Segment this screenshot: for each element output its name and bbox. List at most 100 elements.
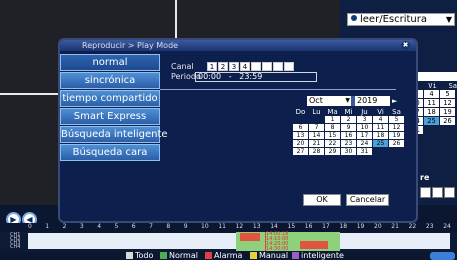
month-select[interactable]: Oct ▼ [307, 96, 351, 106]
window-title: Reproducir > Play Mode [82, 41, 179, 50]
calendar-day[interactable]: 12 [440, 99, 455, 107]
cancel-button[interactable]: Cancelar [346, 194, 389, 206]
hour-tick: 17 [322, 223, 330, 230]
calendar-day[interactable]: 11 [424, 99, 439, 107]
mode-menu: normal sincrónica tiempo compartido Smar… [60, 54, 168, 162]
calendar-day[interactable]: 19 [389, 132, 404, 139]
calendar-day[interactable]: 18 [424, 108, 439, 116]
menu-item-busqueda-inteligente[interactable]: Búsqueda inteligente [60, 126, 168, 143]
right-button[interactable] [432, 187, 443, 198]
window-title-bar: Reproducir > Play Mode ✖ [60, 40, 416, 51]
right-button[interactable] [444, 187, 455, 198]
calendar-day[interactable]: 6 [293, 124, 308, 131]
calendar-day[interactable]: 31 [357, 148, 372, 155]
play-mode-window: Reproducir > Play Mode ✖ normal sincróni… [58, 38, 418, 223]
menu-item-normal[interactable]: normal [60, 54, 160, 71]
channel-checkbox[interactable] [284, 62, 294, 71]
calendar-day[interactable]: 22 [325, 140, 340, 147]
weekday-label: Lu [312, 108, 321, 116]
menu-item-smart-express[interactable]: Smart Express [60, 108, 160, 125]
calendar-day[interactable]: 14 [309, 132, 324, 139]
hour-tick: 5 [114, 223, 119, 230]
calendar-day[interactable]: 16 [341, 132, 356, 139]
mode-select[interactable]: leer/Escritura ▼ [347, 13, 455, 26]
calendar-day[interactable]: 21 [309, 140, 324, 147]
hour-tick: 8 [166, 223, 171, 230]
calendar-day[interactable]: 5 [440, 90, 455, 98]
calendar-day[interactable]: 30 [341, 148, 356, 155]
legend-item-todo[interactable]: Todo [126, 252, 153, 260]
calendar-day[interactable]: 2 [341, 116, 356, 123]
divider [160, 89, 396, 90]
close-icon[interactable]: ✖ [401, 41, 410, 50]
chevron-down-icon: ▼ [345, 97, 350, 104]
channel-checkbox[interactable] [251, 62, 261, 71]
calendar-day[interactable]: 25 [424, 117, 439, 125]
channel-checkbox[interactable]: 4 [240, 62, 250, 71]
hour-tick: 4 [97, 223, 102, 230]
calendar-day[interactable]: 19 [440, 108, 455, 116]
search-button[interactable] [430, 252, 455, 260]
hour-tick: 3 [79, 223, 84, 230]
calendar-day[interactable]: 26 [440, 117, 455, 125]
calendar-day[interactable]: 25 [373, 140, 388, 147]
legend-item-alarma[interactable]: Alarma [205, 252, 242, 260]
calendar-day[interactable]: 4 [373, 116, 388, 123]
calendar-day[interactable]: 27 [293, 148, 308, 155]
calendar-day [309, 116, 324, 123]
calendar-day[interactable]: 17 [357, 132, 372, 139]
weekday-label: Mi [344, 108, 353, 116]
legend-item-inteligente[interactable]: inteligente [292, 252, 344, 260]
calendar-day[interactable]: 28 [309, 148, 324, 155]
hour-tick: 11 [218, 223, 226, 230]
hour-tick: 0 [28, 223, 32, 230]
hour-tick: 21 [391, 223, 399, 230]
right-button[interactable] [420, 187, 431, 198]
hour-tick: 6 [131, 223, 136, 230]
hour-tick: 10 [201, 223, 209, 230]
hour-tick: 9 [183, 223, 188, 230]
calendar-day[interactable]: 11 [373, 124, 388, 131]
ok-button[interactable]: OK [303, 194, 341, 206]
radio-icon [351, 15, 357, 21]
calendar-day[interactable]: 8 [325, 124, 340, 131]
calendar-days: 1 2 3 4 5 6 7 8 9 10 11 12 13 14 15 16 17 18 19 20 21 22 23 24 2… [293, 116, 404, 155]
legend-item-normal[interactable]: Normal [160, 252, 198, 260]
timeline[interactable]: CH1 CH2 CH3 CH4 14:00:18 14:10:00 14:20:… [0, 232, 457, 252]
calendar-day[interactable]: 9 [341, 124, 356, 131]
channel-checkbox[interactable]: 2 [218, 62, 228, 71]
calendar-day[interactable]: 7 [309, 124, 324, 131]
channel-checkbox[interactable]: 1 [207, 62, 217, 71]
weekday-label: Sa [392, 108, 401, 116]
hour-tick: 14 [270, 223, 278, 230]
calendar-day[interactable]: 26 [389, 140, 404, 147]
calendar-day[interactable]: 20 [293, 140, 308, 147]
calendar-day[interactable]: 13 [293, 132, 308, 139]
calendar-day[interactable]: 15 [325, 132, 340, 139]
year-select[interactable]: 2019 [355, 96, 390, 106]
legend-item-manual[interactable]: Manual [250, 252, 288, 260]
legend: Todo Normal Alarma Manual inteligente [0, 252, 457, 260]
calendar-day[interactable]: 10 [357, 124, 372, 131]
menu-item-tiempo-compartido[interactable]: tiempo compartido [60, 90, 160, 107]
calendar-day[interactable]: 23 [341, 140, 356, 147]
time-ruler: 0 1 2 3 4 5 6 7 8 9 10 11 12 13 14 15 16 17 18 19 20 21 22 23 24 [0, 223, 457, 232]
menu-item-busqueda-cara[interactable]: Búsqueda cara [60, 144, 160, 161]
calendar-day[interactable]: 3 [357, 116, 372, 123]
hour-tick: 23 [425, 223, 434, 230]
calendar-day[interactable]: 5 [389, 116, 404, 123]
menu-item-sincronica[interactable]: sincrónica [60, 72, 160, 89]
calendar-day[interactable]: 24 [357, 140, 372, 147]
calendar-day[interactable]: 4 [424, 90, 439, 98]
calendar-day[interactable]: 29 [325, 148, 340, 155]
calendar-day[interactable]: 12 [389, 124, 404, 131]
calendar-day[interactable]: 18 [373, 132, 388, 139]
channel-label: Canal [171, 62, 194, 71]
calendar-day[interactable]: 1 [325, 116, 340, 123]
hour-tick: 24 [443, 223, 451, 230]
channel-checkbox[interactable] [262, 62, 272, 71]
period-input[interactable]: 00:00 - 23:59 [195, 72, 317, 82]
channel-checkbox[interactable]: 3 [229, 62, 239, 71]
chevron-right-icon[interactable]: ► [392, 96, 402, 106]
channel-checkbox[interactable] [273, 62, 283, 71]
